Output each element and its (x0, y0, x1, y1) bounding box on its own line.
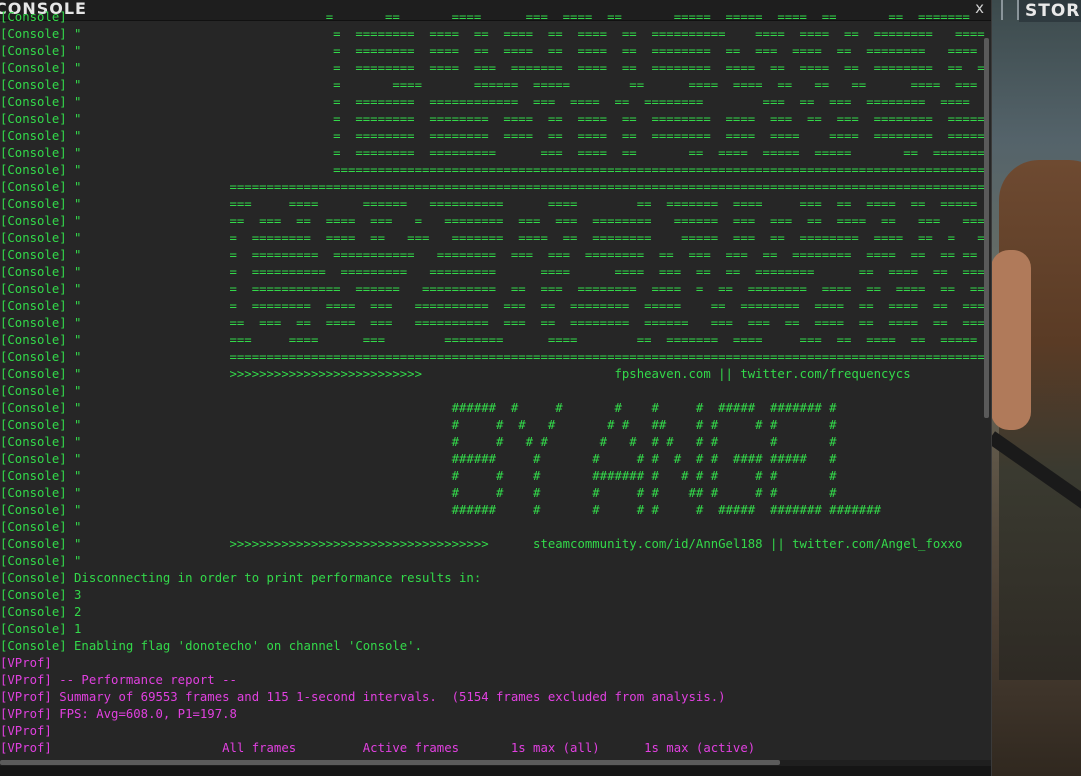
log-line: [Console] " (0, 520, 82, 534)
log-line: [Console] Disconnecting in order to prin… (0, 571, 482, 585)
log-line: [Console] " >>>>>>>>>>>>>>>>>>>>>>>>>>>>… (0, 537, 963, 551)
log-line: [Console] " = ======== ============ === … (0, 95, 985, 109)
log-line: [Console] " === ==== === ======== ==== =… (0, 333, 985, 347)
console-window: CONSOLE x [Console] = == ==== === ==== =… (0, 0, 992, 776)
log-line: [Console] " = ======== ==== == ==== == =… (0, 27, 985, 41)
log-line: [Console] " ###### # # # # # ##### #####… (0, 503, 881, 517)
horizontal-scrollbar[interactable] (0, 760, 780, 765)
log-line: [Console] " = ======== ==== === ======= … (0, 61, 985, 75)
log-line: [Console] 3 (0, 588, 82, 602)
log-line: [Console] " = ============ ====== ======… (0, 282, 985, 296)
log-line: [Console] " = ========== ========= =====… (0, 265, 985, 279)
hud-bars-icon (1001, 0, 1019, 20)
log-line: [Console] " = ======== ==== == === =====… (0, 231, 985, 245)
log-line: [Console] " # # # # # # ## # # # # (0, 486, 837, 500)
log-line: [Console] " == === == ==== === =========… (0, 316, 985, 330)
log-line: [Console] " = ======== ========= === ===… (0, 146, 985, 160)
log-line: [Console] " === ==== ====== ========== =… (0, 197, 985, 211)
log-line: [Console] " >>>>>>>>>>>>>>>>>>>>>>>>>> f… (0, 367, 911, 381)
log-line: [VProf] (0, 656, 52, 670)
console-log[interactable]: [Console] = == ==== === ==== == ===== ==… (0, 9, 985, 759)
game-background: STOR (991, 0, 1081, 776)
log-line: [Console] " # # # ####### # # # # # # # (0, 469, 837, 483)
log-line: [Console] " = ======== ======== ==== == … (0, 129, 985, 143)
log-line: [Console] " = ======== ==== === ========… (0, 299, 985, 313)
console-bottom-edge (0, 766, 991, 776)
log-line: [VProf] FPS: Avg=608.0, P1=197.8 (0, 707, 237, 721)
log-line: [Console] 2 (0, 605, 82, 619)
log-line: [Console] " ###### # # # # # ##### #####… (0, 401, 837, 415)
hud-store-label: STOR (1019, 0, 1081, 22)
log-line: [VProf] All frames Active frames 1s max … (0, 741, 756, 755)
log-line: [Console] Enabling flag 'donotecho' on c… (0, 639, 422, 653)
log-line: [Console] " ###### # # # # # # # #### ##… (0, 452, 837, 466)
log-line: [Console] " ============================… (0, 163, 985, 177)
log-line: [Console] " # # # # # # ## # # # # # (0, 418, 837, 432)
log-line: [VProf] -- Performance report -- (0, 673, 237, 687)
log-line: [Console] " ============================… (0, 350, 985, 364)
log-line: [Console] " # # # # # # # # # # # # (0, 435, 837, 449)
log-line: [VProf] (0, 724, 52, 738)
log-line: [Console] " = ======== ======== ==== == … (0, 112, 985, 126)
log-line: [Console] " = ========= =========== ====… (0, 248, 985, 262)
log-line: [Console] " == === == ==== === = =======… (0, 214, 985, 228)
log-line: [VProf] Summary of 69553 frames and 115 … (0, 690, 726, 704)
log-line: [Console] " = ======== ==== == ==== == =… (0, 44, 985, 58)
log-line: [Console] " = ==== ====== ===== == ==== … (0, 78, 985, 92)
character-arm (991, 250, 1031, 430)
vertical-scrollbar[interactable] (984, 38, 989, 418)
log-line: [Console] " (0, 384, 82, 398)
log-line: [Console] " (0, 554, 82, 568)
log-line: [Console] " ============================… (0, 180, 985, 194)
log-line: [Console] 1 (0, 622, 82, 636)
log-line: [Console] = == ==== === ==== == ===== ==… (0, 10, 985, 24)
